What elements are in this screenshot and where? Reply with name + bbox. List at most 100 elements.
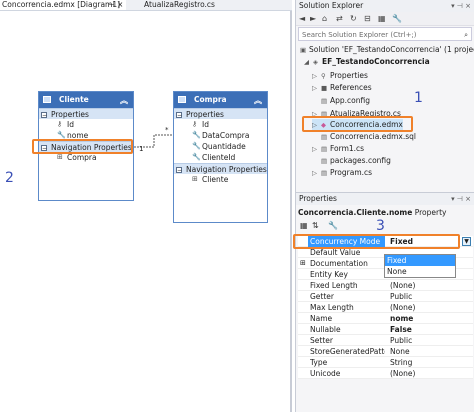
wrench-icon: 🔧 <box>192 153 201 161</box>
tree-item-program[interactable]: ▷ ▤ Program.cs <box>312 167 372 178</box>
solution-search-input[interactable]: Search Solution Explorer (Ctrl+;) ⌕ <box>298 27 472 41</box>
categorized-icon[interactable]: ▦ <box>300 221 308 230</box>
refresh-icon[interactable]: ↻ <box>350 14 357 23</box>
dropdown-option-none[interactable]: None <box>385 266 455 277</box>
property-value[interactable]: nome <box>390 313 413 324</box>
pin-icon[interactable]: ⊣ <box>108 0 115 10</box>
close-icon[interactable]: × <box>117 0 123 10</box>
property-value[interactable]: Public <box>390 335 412 346</box>
collapse-all-icon[interactable]: ⊟ <box>364 14 371 23</box>
expand-arrow-icon[interactable]: ▷ <box>312 168 321 179</box>
property-value[interactable]: (None) <box>390 368 415 379</box>
collapse-toggle-icon[interactable]: − <box>176 112 182 119</box>
navigation-section[interactable]: − Navigation Properties <box>174 163 267 174</box>
tree-item-label: Concorrencia.edmx.sql <box>330 132 416 141</box>
tree-item-form1[interactable]: ▷ ▤ Form1.cs <box>312 143 364 154</box>
concurrency-mode-dropdown[interactable]: Fixed None <box>384 254 456 278</box>
panel-window-buttons[interactable]: ▾ ⊣ × <box>451 193 471 205</box>
collapse-icon[interactable]: ︽ <box>254 93 262 109</box>
property-value[interactable]: (None) <box>390 302 415 313</box>
property-row[interactable]: Nullable False <box>298 324 473 335</box>
solution-icon: ▣ <box>300 46 307 54</box>
tab-label: Concorrencia.edmx [Diagram1] <box>2 0 121 9</box>
property-clienteid[interactable]: 🔧 ClienteId <box>174 152 267 163</box>
properties-section[interactable]: − Properties <box>39 108 133 119</box>
property-id[interactable]: ⚷ Id <box>174 119 267 130</box>
entity-designer-canvas[interactable]: Cliente ︽ − Properties ⚷ Id 🔧 nome − Nav… <box>0 11 292 412</box>
sync-icon[interactable]: ⇄ <box>336 14 343 23</box>
property-name: Type <box>310 358 328 367</box>
tree-item-label: EF_TestandoConcorrencia <box>322 57 430 66</box>
property-row[interactable]: Type String <box>298 357 473 368</box>
tree-item-label: packages.config <box>330 156 391 165</box>
show-all-files-icon[interactable]: ▦ <box>378 14 386 23</box>
property-label: ClienteId <box>202 153 236 162</box>
tree-item-app-config[interactable]: ▤ App.config <box>321 95 370 106</box>
tree-item-solution[interactable]: ▣ Solution 'EF_TestandoConcorrencia' (1 p… <box>300 44 474 55</box>
wrench-icon[interactable]: 🔧 <box>392 14 402 23</box>
expand-arrow-icon[interactable]: ◢ <box>304 57 313 68</box>
entity-title: Cliente <box>59 95 89 104</box>
property-row[interactable]: Fixed Length (None) <box>298 280 473 291</box>
nav-property-cliente[interactable]: ⊞ Cliente <box>174 174 267 185</box>
entity-header[interactable]: Cliente ︽ <box>39 92 133 108</box>
home-icon[interactable]: ⌂ <box>322 14 327 23</box>
chevron-down-icon[interactable]: ▼ <box>462 237 471 246</box>
highlight-edmx <box>302 116 413 132</box>
dropdown-option-fixed[interactable]: Fixed <box>385 255 455 266</box>
tree-item-project[interactable]: ◢ ◈ EF_TestandoConcorrencia <box>304 56 430 67</box>
property-name: Getter <box>310 292 335 301</box>
property-name: Setter <box>310 336 333 345</box>
tab-concorrencia-edmx[interactable]: Concorrencia.edmx [Diagram1] ⊣ × <box>0 0 126 10</box>
property-row[interactable]: Max Length (None) <box>298 302 473 313</box>
property-name: Nullable <box>310 325 341 334</box>
entity-compra[interactable]: Compra ︽ − Properties ⚷ Id 🔧 DataCompra … <box>173 91 268 223</box>
expand-arrow-icon[interactable]: ▷ <box>312 144 321 155</box>
wrench-icon: 🔧 <box>192 142 201 150</box>
references-icon: ■ <box>321 84 328 92</box>
property-row[interactable]: Unicode (None) <box>298 368 473 379</box>
wrench-icon: 🔧 <box>192 131 201 139</box>
property-row[interactable]: Setter Public <box>298 335 473 346</box>
search-icon[interactable]: ⌕ <box>464 28 468 42</box>
properties-title: Properties ▾ ⊣ × <box>296 193 474 205</box>
property-value[interactable]: None <box>390 346 410 357</box>
expand-arrow-icon[interactable]: ▷ <box>312 71 321 82</box>
property-row[interactable]: Getter Public <box>298 291 473 302</box>
collapse-toggle-icon[interactable]: − <box>176 167 182 174</box>
property-datacompra[interactable]: 🔧 DataCompra <box>174 130 267 141</box>
tree-item-label: References <box>330 83 372 92</box>
property-quantidade[interactable]: 🔧 Quantidade <box>174 141 267 152</box>
tree-item-label: App.config <box>330 96 370 105</box>
property-value[interactable]: False <box>390 324 412 335</box>
forward-icon[interactable]: ► <box>310 14 316 23</box>
property-label: Quantidade <box>202 142 246 151</box>
tab-atualizaregistro[interactable]: AtualizaRegistro.cs <box>142 0 242 10</box>
tree-item-packages-config[interactable]: ▤ packages.config <box>321 155 391 166</box>
panel-window-buttons[interactable]: ▾ ⊣ × <box>451 0 471 12</box>
expand-plus-icon[interactable]: ⊞ <box>300 258 306 269</box>
collapse-toggle-icon[interactable]: − <box>41 112 47 119</box>
property-id[interactable]: ⚷ Id <box>39 119 133 130</box>
collapse-icon[interactable]: ︽ <box>120 93 128 109</box>
tree-item-properties[interactable]: ▷ ⚲ Properties <box>312 70 368 81</box>
property-name: Fixed Length <box>310 281 358 290</box>
tree-item-label: Properties <box>330 71 368 80</box>
expand-arrow-icon[interactable]: ▷ <box>312 83 321 94</box>
property-name: Documentation <box>310 259 368 268</box>
back-icon[interactable]: ◄ <box>299 14 305 23</box>
properties-section[interactable]: − Properties <box>174 108 267 119</box>
property-row[interactable]: Name nome <box>298 313 473 324</box>
property-value[interactable]: String <box>390 357 412 368</box>
object-selector[interactable]: Concorrencia.Cliente.nome Property <box>298 207 473 219</box>
property-value[interactable]: (None) <box>390 280 415 291</box>
property-row[interactable]: StoreGeneratedPattern None <box>298 346 473 357</box>
tree-item-edmx-sql[interactable]: ▤ Concorrencia.edmx.sql <box>321 131 416 142</box>
property-pages-icon[interactable]: 🔧 <box>328 221 338 230</box>
tree-item-references[interactable]: ▷ ■ References <box>312 82 372 93</box>
entity-icon <box>178 96 186 103</box>
alphabetical-icon[interactable]: ⇅ <box>312 221 319 230</box>
property-value[interactable]: Public <box>390 291 412 302</box>
solution-explorer-toolbar: ◄ ► ⌂ ⇄ ↻ ⊟ ▦ 🔧 <box>296 12 474 26</box>
entity-header[interactable]: Compra ︽ <box>174 92 267 108</box>
